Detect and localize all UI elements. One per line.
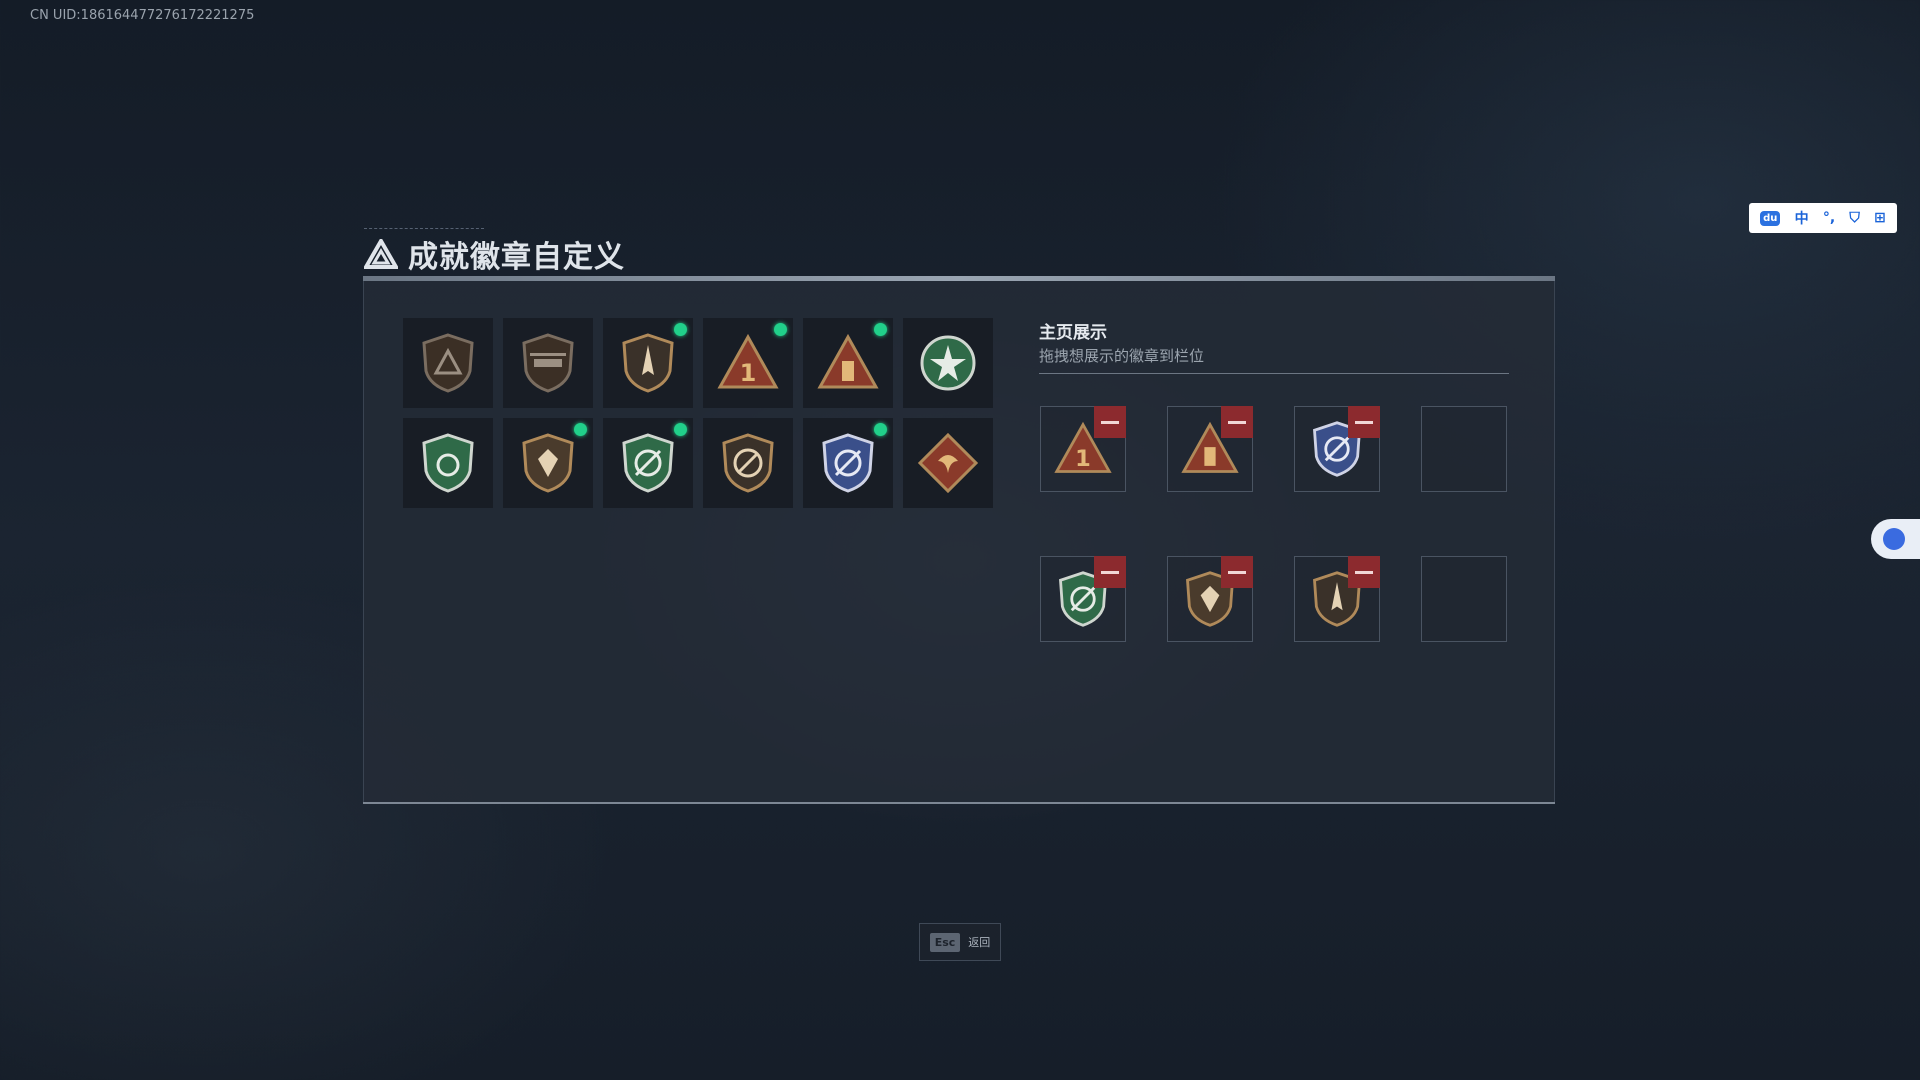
- display-subtitle: 拖拽想展示的徽章到栏位: [1039, 347, 1205, 365]
- helicopter-shield-badge-icon: [522, 333, 574, 393]
- badge-cell[interactable]: [403, 418, 493, 508]
- badge-cell[interactable]: [403, 318, 493, 408]
- arrow-shield-badge-icon: [622, 333, 674, 393]
- green-target-shield-badge-icon: [622, 433, 674, 493]
- number-one-triangle-badge-icon: 1: [717, 333, 779, 389]
- badge-cell[interactable]: [503, 318, 593, 408]
- assistant-side-tab[interactable]: [1871, 519, 1920, 559]
- minus-icon: [1228, 420, 1246, 424]
- badge-cell[interactable]: 1: [703, 318, 793, 408]
- panel-top-bar: [363, 276, 1555, 281]
- triangle-logo-icon: [364, 239, 398, 269]
- badge-cell[interactable]: [803, 418, 893, 508]
- badge-cell[interactable]: [603, 418, 693, 508]
- esc-key: Esc: [929, 932, 961, 952]
- empty-display-slot[interactable]: [1421, 556, 1507, 642]
- remove-badge-button[interactable]: [1348, 556, 1380, 588]
- badge-cell[interactable]: [803, 318, 893, 408]
- new-indicator-dot: [874, 323, 887, 336]
- esc-back-button[interactable]: Esc 返回: [919, 923, 1001, 961]
- ime-logo-icon[interactable]: du: [1760, 210, 1781, 226]
- panel-bottom-line: [363, 802, 1555, 804]
- display-slot[interactable]: [1167, 556, 1253, 642]
- svg-text:1: 1: [1075, 446, 1091, 472]
- new-indicator-dot: [674, 423, 687, 436]
- new-indicator-dot: [874, 423, 887, 436]
- star-green-badge-icon: [920, 335, 976, 391]
- gem-shield-badge-icon: [522, 433, 574, 493]
- new-indicator-dot: [574, 423, 587, 436]
- ime-punct-icon[interactable]: °,: [1823, 210, 1835, 226]
- remove-badge-button[interactable]: [1348, 406, 1380, 438]
- remove-badge-button[interactable]: [1221, 406, 1253, 438]
- ime-skin-icon[interactable]: ⛉: [1849, 210, 1860, 226]
- new-indicator-dot: [674, 323, 687, 336]
- tower-triangle-badge-icon: [817, 333, 879, 389]
- dragon-diamond-badge-icon: [917, 432, 979, 494]
- minus-icon: [1228, 570, 1246, 574]
- badge-grid: 1: [403, 318, 993, 508]
- page-title: 成就徽章自定义: [408, 240, 625, 275]
- ime-toolbar[interactable]: du 中 °, ⛉ ⊞: [1749, 203, 1897, 233]
- display-slot[interactable]: [1294, 406, 1380, 492]
- remove-badge-button[interactable]: [1094, 556, 1126, 588]
- triangle-shield-badge-icon: [422, 333, 474, 393]
- assistant-icon: [1883, 528, 1905, 550]
- page-header: 成就徽章自定义: [364, 232, 625, 276]
- display-title: 主页展示: [1039, 323, 1107, 343]
- badge-cell[interactable]: [603, 318, 693, 408]
- green-shield-badge-icon: [422, 433, 474, 493]
- esc-label: 返回: [968, 936, 991, 949]
- minus-icon: [1355, 570, 1373, 574]
- blue-target-shield-badge-icon: [822, 433, 874, 493]
- display-slot[interactable]: 1: [1040, 406, 1126, 492]
- remove-badge-button[interactable]: [1221, 556, 1253, 588]
- new-indicator-dot: [774, 323, 787, 336]
- ime-lang-toggle[interactable]: 中: [1795, 208, 1809, 228]
- badge-cell[interactable]: [503, 418, 593, 508]
- minus-icon: [1101, 570, 1119, 574]
- badge-cell[interactable]: [903, 418, 993, 508]
- badge-cell[interactable]: [703, 418, 793, 508]
- remove-badge-button[interactable]: [1094, 406, 1126, 438]
- uid-text: CN UID:1861644772761722212​75: [30, 8, 255, 23]
- minus-icon: [1101, 420, 1119, 424]
- minus-icon: [1355, 420, 1373, 424]
- display-divider: [1039, 373, 1509, 374]
- ime-menu-icon[interactable]: ⊞: [1874, 210, 1886, 226]
- display-slot[interactable]: [1040, 556, 1126, 642]
- empty-display-slot[interactable]: [1421, 406, 1507, 492]
- no-rifle-shield-badge-icon: [722, 433, 774, 493]
- display-slot[interactable]: [1167, 406, 1253, 492]
- display-slot[interactable]: [1294, 556, 1380, 642]
- badge-cell[interactable]: [903, 318, 993, 408]
- svg-text:1: 1: [740, 359, 757, 387]
